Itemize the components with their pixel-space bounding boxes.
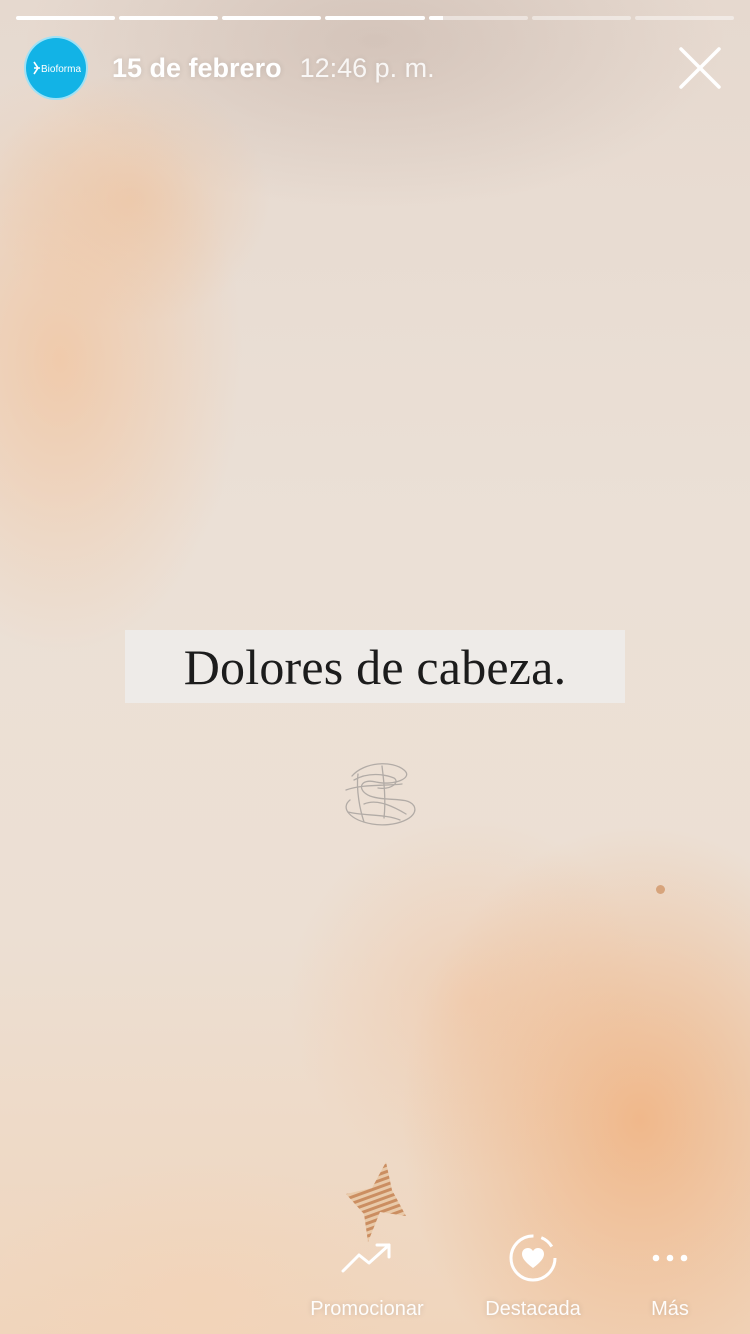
story-progress-bar [16,16,734,20]
story-header: Bioforma 15 de febrero 12:46 p. m. [24,36,732,100]
avatar[interactable]: Bioforma [24,36,88,100]
more-dots-icon [652,1230,688,1286]
highlight-button[interactable]: Destacada [470,1230,596,1321]
story-date: 15 de febrero [112,52,282,83]
decor-dot [656,885,665,894]
progress-segment [531,16,631,20]
promote-label: Promocionar [310,1298,424,1320]
close-button[interactable] [668,36,732,100]
bioforma-logo-icon: Bioforma [33,61,81,75]
headline-box: Dolores de cabeza. [125,630,625,703]
close-icon [679,47,721,89]
headline-text: Dolores de cabeza. [183,638,567,695]
story-time: 12:46 p. m. [299,52,435,83]
highlight-label: Destacada [485,1298,581,1320]
highlight-heart-icon [507,1230,559,1286]
progress-segment [119,16,219,20]
progress-segment [325,16,425,20]
progress-segment [428,16,528,20]
progress-fill [325,16,425,20]
more-button[interactable]: Más [630,1230,710,1321]
progress-segment [634,16,734,20]
svg-text:Bioforma: Bioforma [41,64,81,75]
progress-fill [16,16,116,20]
promote-button[interactable]: Promocionar [290,1230,444,1321]
trending-up-icon [341,1230,393,1286]
progress-fill [428,16,444,20]
more-label: Más [651,1298,689,1320]
progress-fill [119,16,219,20]
signature-sticker [345,763,416,826]
progress-segment [16,16,116,20]
progress-segment [222,16,322,20]
progress-fill [222,16,322,20]
